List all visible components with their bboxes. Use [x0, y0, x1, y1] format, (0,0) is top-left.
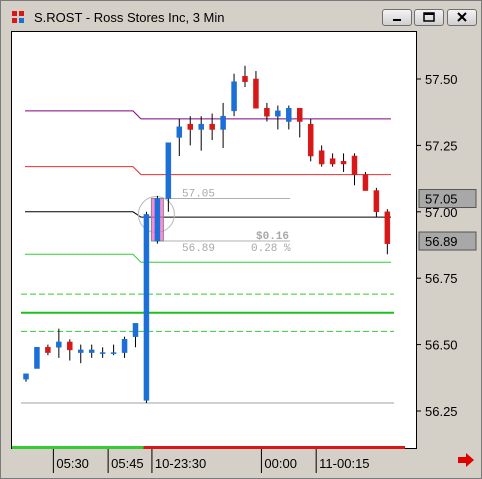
candle-body: [318, 150, 325, 165]
y-axis-tick-label: 56.75: [425, 271, 458, 286]
y-axis-tick-label: 56.25: [425, 404, 458, 419]
candlestick-chart: 57.0556.89$0.160.28 %57.5057.2557.0056.7…: [12, 65, 477, 473]
candle-body: [99, 352, 106, 354]
level-line: [25, 166, 391, 176]
x-axis-tick-label: 00:00: [264, 456, 297, 471]
candle-body: [384, 211, 391, 244]
x-axis-tick-label: 05:30: [56, 456, 89, 471]
candle-body: [121, 339, 128, 353]
level-line: [25, 110, 391, 120]
measure-end-label: 56.89: [182, 243, 215, 255]
candle-body: [362, 174, 369, 191]
candle-body: [264, 107, 270, 117]
scroll-right-arrow-icon[interactable]: [456, 452, 476, 468]
candle-body: [220, 115, 226, 130]
level-line: [25, 211, 391, 218]
candle-body: [307, 123, 314, 157]
candle-body: [242, 76, 248, 82]
candle-body: [34, 347, 40, 369]
measure-percent-label: 0.28 %: [251, 243, 291, 255]
level-line: [25, 253, 391, 263]
candle-body: [340, 161, 347, 165]
candle-body: [67, 341, 73, 351]
measure-start-label: 57.05: [182, 189, 215, 201]
candle-body: [187, 123, 193, 130]
candle-body: [143, 214, 150, 401]
measure-change-label: $0.16: [256, 231, 289, 243]
session-bar-regular: [143, 446, 405, 449]
candle-body: [286, 107, 292, 122]
candle-body: [165, 142, 172, 199]
x-axis-tick-label: 11-00:15: [319, 456, 369, 471]
price-flag-label: 57.05: [425, 192, 458, 207]
candle-body: [231, 81, 237, 112]
x-axis-tick-label: 05:45: [111, 456, 144, 471]
candle-body: [176, 126, 183, 138]
candle-body: [275, 110, 281, 117]
candle-body: [45, 347, 51, 353]
candle-body: [56, 341, 62, 348]
candle-body: [110, 352, 117, 354]
y-axis-tick-label: 57.50: [425, 72, 458, 87]
y-axis-tick-label: 57.25: [425, 138, 458, 153]
candle-body: [78, 349, 84, 353]
candle-body: [253, 78, 259, 109]
price-flag-label: 56.89: [425, 234, 458, 249]
candle-body: [329, 158, 336, 165]
candle-body: [373, 190, 380, 213]
candle-body: [88, 349, 95, 353]
candle-body: [351, 155, 358, 175]
candle-body: [198, 123, 204, 130]
y-axis-tick-label: 56.50: [425, 338, 458, 353]
chart-window: S.ROST - Ross Stores Inc, 3 Min 57.05 56.…: [0, 0, 482, 479]
session-bar-premarket: [12, 446, 144, 449]
x-axis-tick-label: 10-23:30: [155, 456, 206, 471]
candle-body: [154, 198, 161, 242]
candle-body: [23, 373, 29, 380]
candle-body: [132, 323, 139, 337]
candle-body: [297, 107, 303, 122]
candle-body: [209, 123, 215, 130]
